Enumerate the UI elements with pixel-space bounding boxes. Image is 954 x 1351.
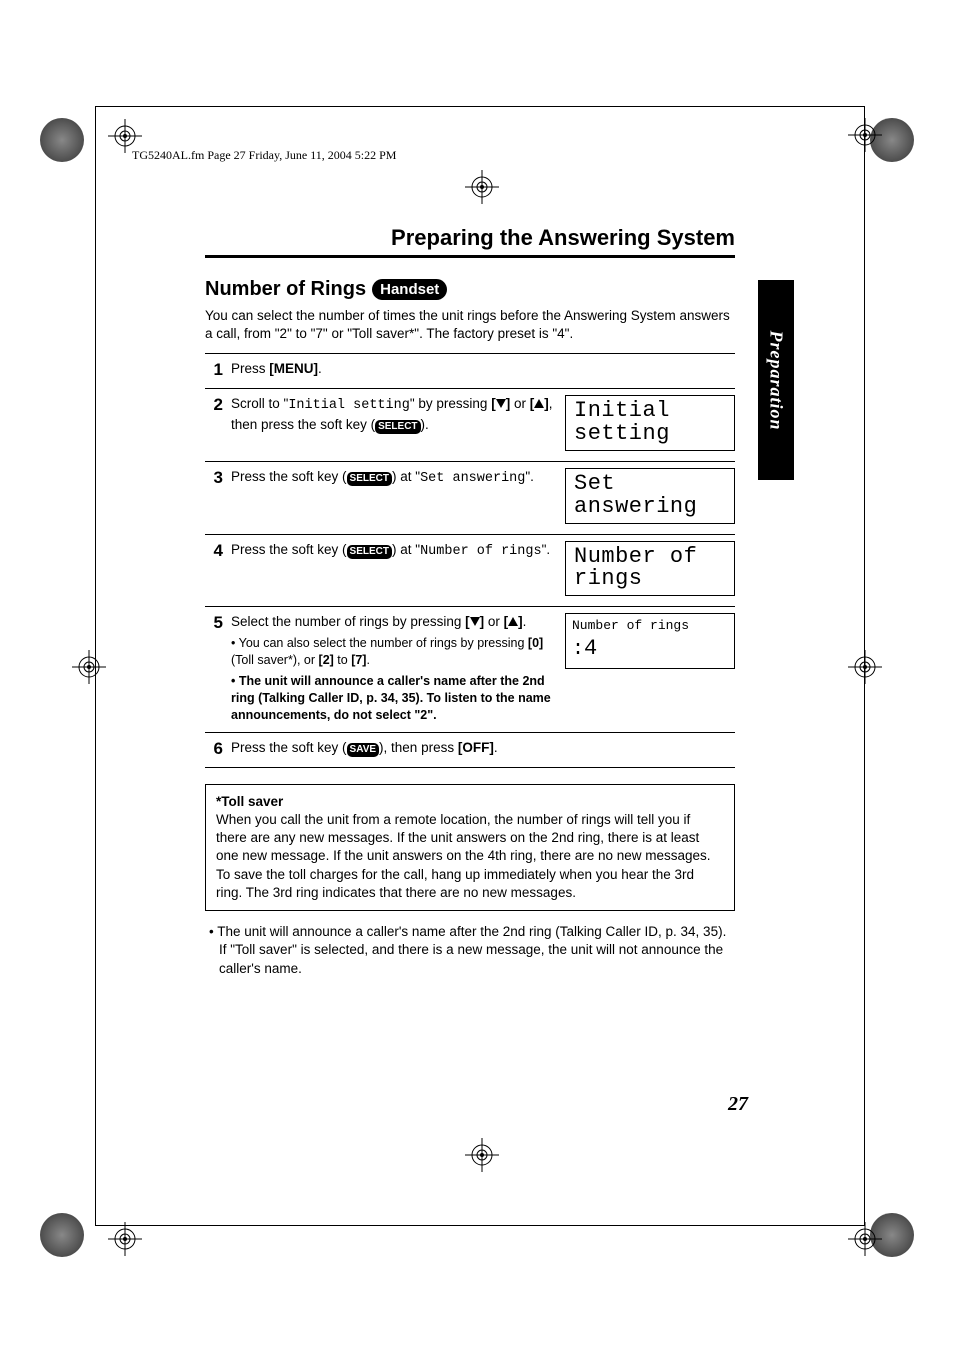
menu-path: Set answering — [420, 471, 525, 486]
step-3: 3 Press the soft key (SELECT) at "Set an… — [205, 461, 735, 534]
lcd-display: Initial setting — [565, 395, 735, 451]
step-body: Press [MENU]. — [231, 360, 735, 380]
foot-note: • The unit will announce a caller's name… — [205, 923, 735, 978]
text: Scroll to " — [231, 396, 288, 411]
handset-badge: Handset — [372, 279, 447, 300]
select-softkey-icon: SELECT — [347, 472, 392, 486]
text: ". — [542, 542, 551, 557]
menu-key: [MENU] — [269, 361, 318, 376]
step-6: 6 Press the soft key (SAVE), then press … — [205, 732, 735, 768]
select-softkey-icon: SELECT — [347, 545, 392, 559]
up-arrow-icon — [534, 399, 544, 408]
text: ". — [525, 469, 534, 484]
text: or — [510, 396, 530, 411]
text: . — [318, 361, 322, 376]
step-number: 1 — [205, 360, 223, 380]
step-body: Press the soft key (SAVE), then press [O… — [231, 739, 735, 759]
step-5: 5 Select the number of rings by pressing… — [205, 606, 735, 732]
toll-saver-box: *Toll saver When you call the unit from … — [205, 784, 735, 911]
lcd-line2: :4 — [572, 635, 728, 664]
text: ). — [421, 417, 429, 432]
lcd-preview: Set answering — [565, 468, 735, 526]
key: [2] — [319, 653, 334, 667]
step-number: 3 — [205, 468, 223, 526]
step-1: 1 Press [MENU]. — [205, 353, 735, 388]
text: Select the number of rings by pressing — [231, 614, 465, 629]
text: . — [494, 740, 498, 755]
step-number: 2 — [205, 395, 223, 453]
text: Press the soft key ( — [231, 542, 347, 557]
select-softkey-icon: SELECT — [375, 420, 420, 434]
text: " by pressing — [410, 396, 491, 411]
down-arrow-icon — [470, 617, 480, 626]
step-4: 4 Press the soft key (SELECT) at "Number… — [205, 534, 735, 607]
step-body: Scroll to "Initial setting" by pressing … — [231, 395, 557, 453]
lcd-display: Number of rings :4 — [565, 613, 735, 668]
text: ) at " — [392, 469, 420, 484]
key: [7] — [351, 653, 366, 667]
step-body: Press the soft key (SELECT) at "Set answ… — [231, 468, 557, 526]
toll-saver-body: When you call the unit from a remote loc… — [216, 811, 724, 902]
text: . — [366, 653, 369, 667]
text: ) at " — [392, 542, 420, 557]
registration-mark-icon — [848, 650, 882, 684]
text: • You can also select the number of ring… — [231, 636, 528, 650]
disc-icon — [40, 118, 84, 162]
registration-mark-icon — [848, 1222, 882, 1256]
text: or — [484, 614, 504, 629]
lcd-preview: Number of rings :4 — [565, 613, 735, 724]
toll-saver-title: *Toll saver — [216, 793, 724, 811]
lcd-preview: Initial setting — [565, 395, 735, 453]
side-tab-preparation: Preparation — [758, 280, 794, 480]
lcd-value: 4 — [584, 636, 597, 661]
text: . — [523, 614, 527, 629]
intro-text: You can select the number of times the u… — [205, 307, 735, 343]
step-2: 2 Scroll to "Initial setting" by pressin… — [205, 388, 735, 461]
lcd-text: Number of rings — [574, 544, 697, 592]
lcd-display: Number of rings — [565, 541, 735, 597]
registration-mark-icon — [72, 650, 106, 684]
disc-icon — [40, 1213, 84, 1257]
text: Press — [231, 361, 269, 376]
text: to — [334, 653, 351, 667]
header-line: TG5240AL.fm Page 27 Friday, June 11, 200… — [132, 148, 396, 163]
step-body: Press the soft key (SELECT) at "Number o… — [231, 541, 557, 599]
registration-mark-icon — [465, 1138, 499, 1172]
page-number: 27 — [728, 1093, 748, 1116]
off-key: [OFF] — [458, 740, 494, 755]
chapter-title: Preparing the Answering System — [205, 225, 735, 258]
text: Press the soft key ( — [231, 469, 347, 484]
lcd-text: Initial setting — [574, 398, 670, 446]
down-arrow-icon — [496, 399, 506, 408]
step-number: 6 — [205, 739, 223, 759]
text: Press the soft key ( — [231, 740, 347, 755]
section-heading: Number of Rings Handset — [205, 278, 735, 301]
lcd-line1: Number of rings — [572, 618, 728, 635]
text: ), then press — [379, 740, 458, 755]
lcd-text: Set answering — [574, 471, 697, 519]
step-number: 4 — [205, 541, 223, 599]
registration-mark-icon — [108, 119, 142, 153]
content-area: Preparing the Answering System Number of… — [205, 225, 735, 978]
lcd-display: Set answering — [565, 468, 735, 524]
sub-bullet: • You can also select the number of ring… — [231, 635, 557, 669]
registration-mark-icon — [848, 118, 882, 152]
step-body: Select the number of rings by pressing [… — [231, 613, 557, 724]
key: [0] — [528, 636, 543, 650]
lcd-preview: Number of rings — [565, 541, 735, 599]
menu-path: Number of rings — [420, 544, 542, 559]
section-title: Number of Rings — [205, 278, 366, 301]
text: (Toll saver*), or — [231, 653, 319, 667]
side-tab-label: Preparation — [766, 330, 787, 430]
registration-mark-icon — [108, 1222, 142, 1256]
registration-mark-icon — [465, 170, 499, 204]
sub-bullet-bold: • The unit will announce a caller's name… — [231, 673, 557, 724]
save-softkey-icon: SAVE — [347, 743, 380, 757]
step-number: 5 — [205, 613, 223, 724]
up-arrow-icon — [508, 617, 518, 626]
page: TG5240AL.fm Page 27 Friday, June 11, 200… — [0, 0, 954, 1351]
menu-path: Initial setting — [288, 398, 410, 413]
